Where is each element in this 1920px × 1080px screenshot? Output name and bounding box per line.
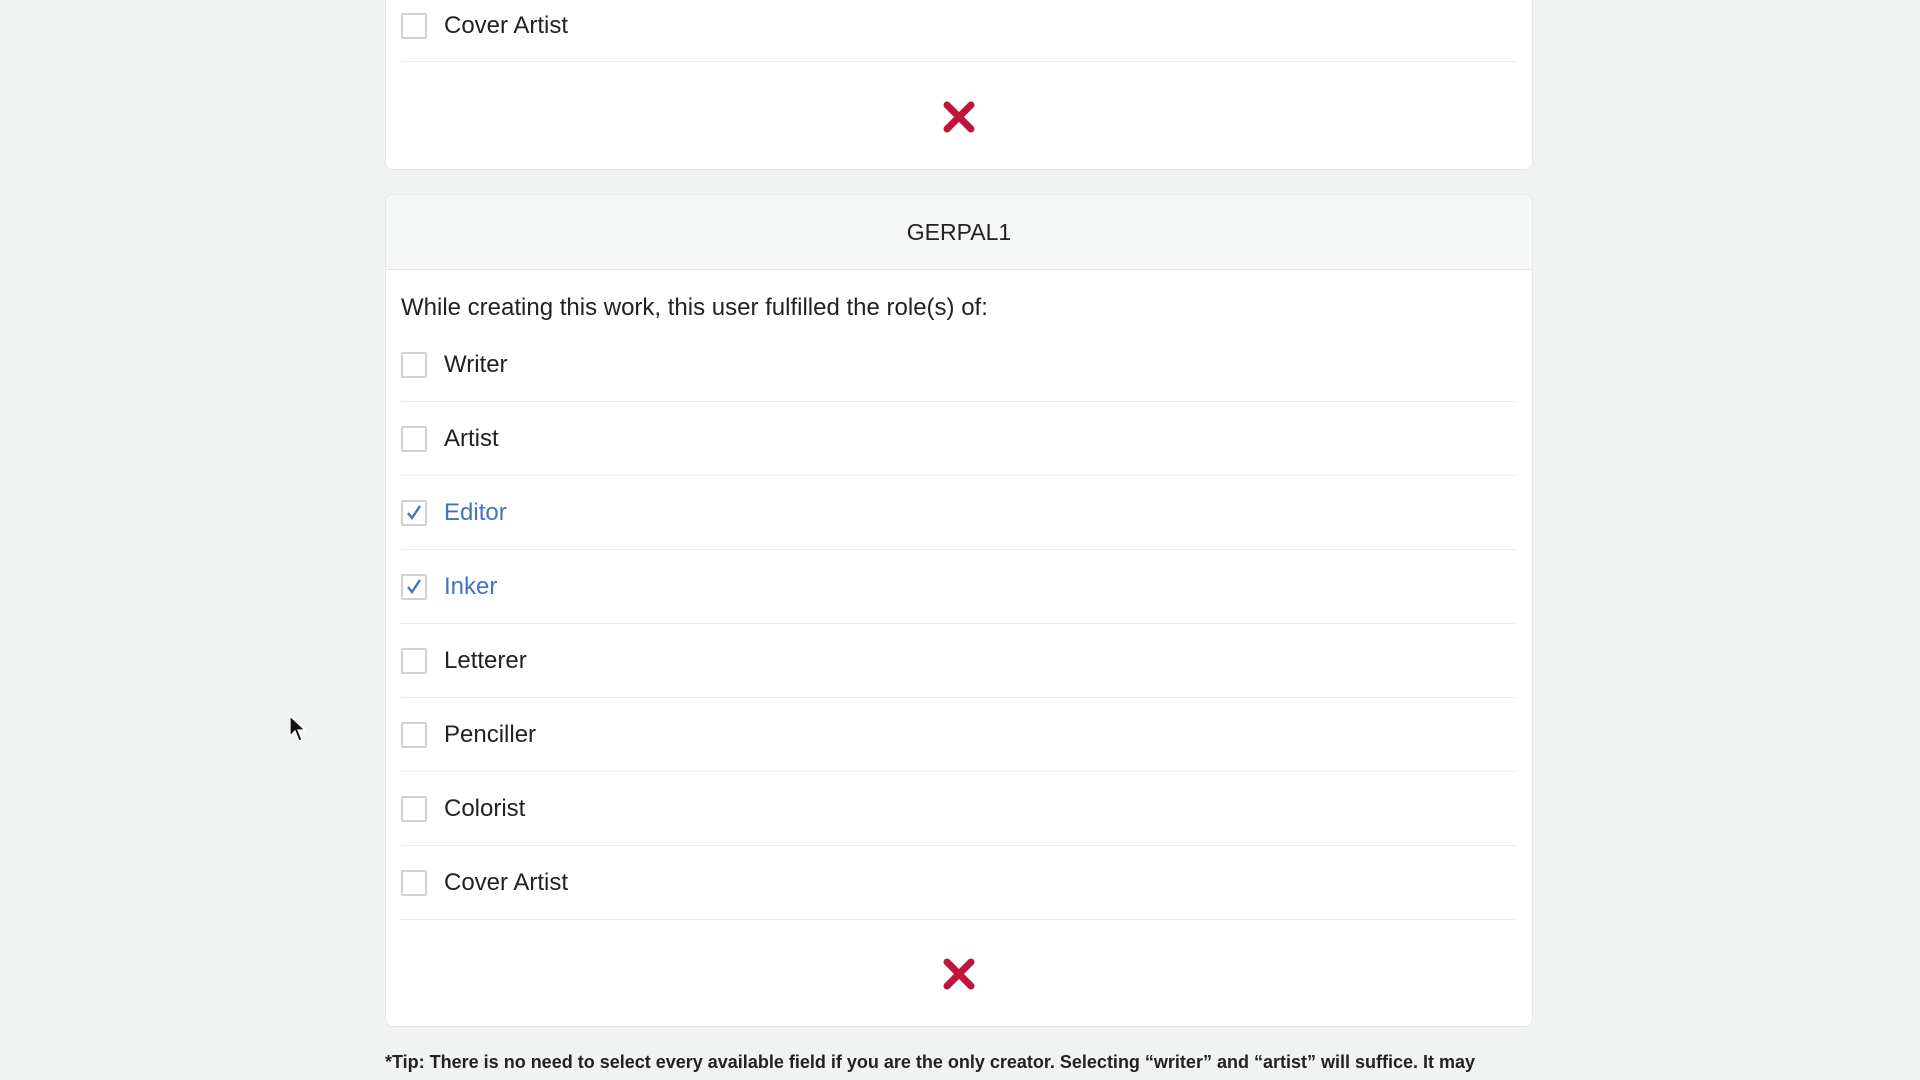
role-option-penciller[interactable]: Penciller bbox=[401, 698, 1517, 772]
roles-prompt: While creating this work, this user fulf… bbox=[401, 294, 988, 321]
role-checkbox[interactable] bbox=[401, 425, 427, 452]
role-option-cover-artist[interactable]: Cover Artist bbox=[401, 846, 1517, 920]
role-label: Colorist bbox=[444, 794, 526, 822]
creator-card-previous: Cover Artist bbox=[385, 0, 1533, 170]
role-checkbox[interactable] bbox=[401, 12, 427, 39]
role-option-letterer[interactable]: Letterer bbox=[401, 624, 1517, 698]
close-icon[interactable] bbox=[942, 100, 976, 134]
remove-zone bbox=[386, 922, 1532, 1026]
creator-card: GERPAL1 While creating this work, this u… bbox=[385, 194, 1533, 1027]
role-checkbox[interactable] bbox=[401, 721, 427, 748]
role-checkbox[interactable] bbox=[401, 499, 427, 526]
checkmark-icon bbox=[407, 504, 421, 520]
role-label: Cover Artist bbox=[444, 11, 569, 39]
role-label: Letterer bbox=[444, 646, 527, 674]
role-checkbox[interactable] bbox=[401, 647, 427, 674]
role-label: Inker bbox=[444, 572, 498, 600]
role-label: Writer bbox=[444, 350, 508, 378]
role-checkbox[interactable] bbox=[401, 869, 427, 896]
role-label: Cover Artist bbox=[444, 868, 569, 896]
role-option-writer[interactable]: Writer bbox=[401, 328, 1517, 402]
role-option-inker[interactable]: Inker bbox=[401, 550, 1517, 624]
role-label: Artist bbox=[444, 424, 499, 452]
role-list: Writer Artist Editor Inker Letterer Penc… bbox=[401, 328, 1517, 920]
mouse-pointer-icon bbox=[289, 715, 307, 742]
remove-zone bbox=[386, 65, 1532, 169]
close-icon[interactable] bbox=[942, 957, 976, 991]
role-option-artist[interactable]: Artist bbox=[401, 402, 1517, 476]
role-label: Penciller bbox=[444, 720, 537, 748]
role-checkbox[interactable] bbox=[401, 351, 427, 378]
role-list: Cover Artist bbox=[401, 0, 1517, 62]
role-checkbox[interactable] bbox=[401, 573, 427, 600]
role-option-colorist[interactable]: Colorist bbox=[401, 772, 1517, 846]
role-option-cover-artist[interactable]: Cover Artist bbox=[401, 0, 1517, 62]
role-checkbox[interactable] bbox=[401, 795, 427, 822]
checkmark-icon bbox=[407, 578, 421, 594]
role-label: Editor bbox=[444, 498, 507, 526]
creator-username: GERPAL1 bbox=[386, 195, 1532, 270]
tip-text: *Tip: There is no need to select every a… bbox=[385, 1052, 1476, 1072]
role-option-editor[interactable]: Editor bbox=[401, 476, 1517, 550]
